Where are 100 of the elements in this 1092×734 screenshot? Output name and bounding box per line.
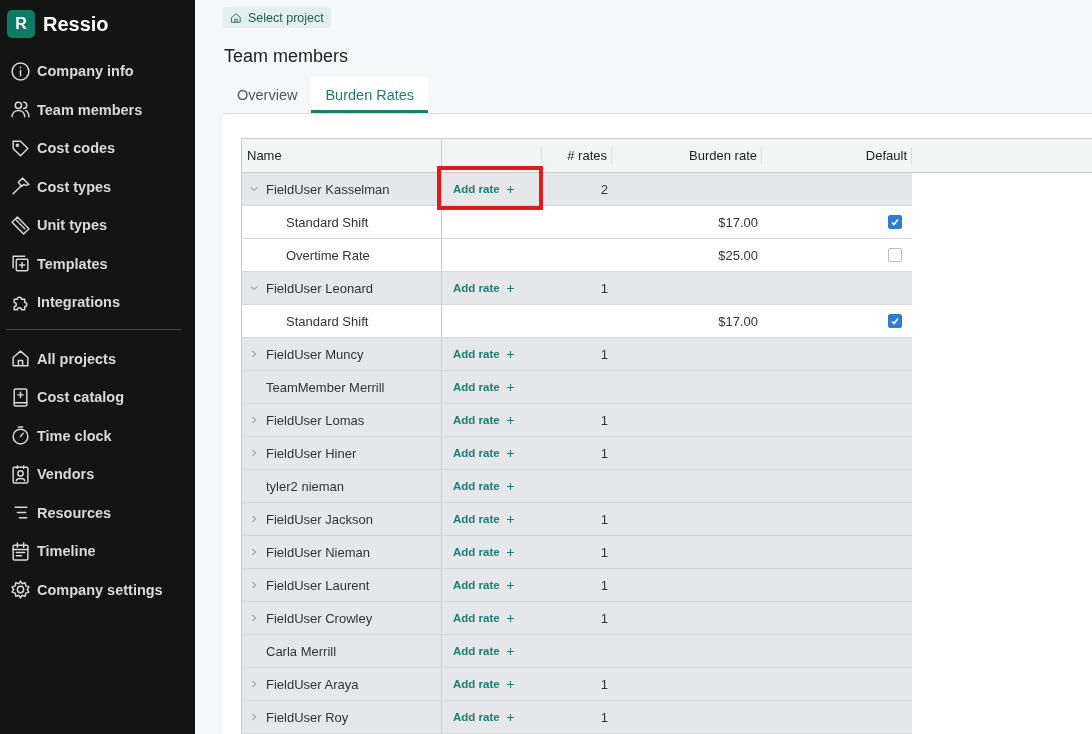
rate-count: 1 <box>600 445 608 461</box>
tab[interactable]: Burden Rates <box>311 77 429 113</box>
brand-name: Ressio <box>43 12 109 36</box>
sidebar-item[interactable]: Vendors <box>0 455 195 494</box>
plus-icon <box>505 184 515 194</box>
chevron-right-icon[interactable] <box>249 415 259 425</box>
plus-icon <box>505 712 515 722</box>
rate-name: Standard Shift <box>286 214 369 230</box>
rate-name: Overtime Rate <box>286 247 370 263</box>
sidebar-item[interactable]: Resources <box>0 493 195 532</box>
add-rate-button[interactable]: Add rate <box>453 480 515 492</box>
member-name: FieldUser Nieman <box>266 544 371 560</box>
sidebar-item[interactable]: Timeline <box>0 532 195 571</box>
member-name: FieldUser Muncy <box>266 346 364 362</box>
chevron-right-icon[interactable] <box>249 547 259 557</box>
plus-icon <box>505 613 515 623</box>
column-header: # rates <box>567 148 607 163</box>
sidebar-item[interactable]: Cost codes <box>0 129 195 168</box>
book-icon <box>10 386 31 408</box>
member-name: FieldUser Lomas <box>266 412 365 428</box>
add-rate-button[interactable]: Add rate <box>453 579 515 591</box>
burden-rate: $17.00 <box>718 313 758 329</box>
add-rate-button[interactable]: Add rate <box>453 678 515 690</box>
member-name: FieldUser Leonard <box>266 280 373 296</box>
chevron-down-icon[interactable] <box>249 184 259 194</box>
sidebar-item[interactable]: Time clock <box>0 416 195 455</box>
rate-name: Standard Shift <box>286 313 369 329</box>
column-header: Name <box>247 148 282 163</box>
add-rate-button[interactable]: Add rate <box>453 348 515 360</box>
rate-count: 1 <box>600 346 608 362</box>
rate-count: 1 <box>600 610 608 626</box>
ruler-icon <box>10 214 31 236</box>
chevron-down-icon[interactable] <box>249 283 259 293</box>
rate-count: 1 <box>600 676 608 692</box>
member-name: TeamMember Merrill <box>266 379 385 395</box>
add-rate-button[interactable]: Add rate <box>453 414 515 426</box>
add-rate-button[interactable]: Add rate <box>453 282 515 294</box>
logo: R <box>7 10 35 38</box>
home-icon <box>230 11 242 24</box>
chevron-right-icon[interactable] <box>249 514 259 524</box>
member-name: Carla Merrill <box>266 643 337 659</box>
chevron-right-icon[interactable] <box>249 448 259 458</box>
settings-icon <box>10 579 31 601</box>
member-name: FieldUser Hiner <box>266 445 357 461</box>
chevron-right-icon[interactable] <box>249 679 259 689</box>
sidebar-item[interactable]: Company info <box>0 52 195 91</box>
add-rate-button[interactable]: Add rate <box>453 546 515 558</box>
sidebar-item[interactable]: Cost types <box>0 167 195 206</box>
add-rate-button[interactable]: Add rate <box>453 183 515 195</box>
sidebar-item[interactable]: Templates <box>0 244 195 283</box>
plus-icon <box>505 415 515 425</box>
add-rate-button[interactable]: Add rate <box>453 447 515 459</box>
template-icon <box>10 253 31 275</box>
rate-count: 1 <box>600 709 608 725</box>
page-title: Team members <box>224 46 350 67</box>
add-rate-button[interactable]: Add rate <box>453 381 515 393</box>
sidebar-item[interactable]: Company settings <box>0 570 195 609</box>
add-rate-button[interactable]: Add rate <box>453 513 515 525</box>
column-header: Default <box>865 148 907 163</box>
chevron-right-icon[interactable] <box>249 349 259 359</box>
member-name: FieldUser Laurent <box>266 577 370 593</box>
sidebar-item[interactable]: Integrations <box>0 283 195 322</box>
add-rate-button[interactable]: Add rate <box>453 612 515 624</box>
default-checkbox[interactable] <box>888 215 902 229</box>
rate-count: 1 <box>600 412 608 428</box>
plus-icon <box>505 514 515 524</box>
sidebar-item[interactable]: All projects <box>0 339 195 378</box>
default-checkbox[interactable] <box>888 248 902 262</box>
sidebar-item[interactable]: Unit types <box>0 206 195 245</box>
member-name: tyler2 nieman <box>266 478 345 494</box>
check-icon <box>889 216 901 228</box>
plus-icon <box>505 448 515 458</box>
plus-icon <box>505 349 515 359</box>
breadcrumb-button[interactable]: Select project <box>223 7 331 28</box>
member-name: FieldUser Kasselman <box>266 181 390 197</box>
rate-count: 1 <box>600 280 608 296</box>
rate-count: 1 <box>600 577 608 593</box>
info-icon <box>10 60 31 82</box>
sidebar-item[interactable]: Cost catalog <box>0 378 195 417</box>
chevron-right-icon[interactable] <box>249 712 259 722</box>
column-header: Burden rate <box>689 148 757 163</box>
member-name: FieldUser Crowley <box>266 610 373 626</box>
tag-icon <box>10 137 31 159</box>
plus-icon <box>505 580 515 590</box>
plus-icon <box>505 646 515 656</box>
check-icon <box>889 315 901 327</box>
chevron-right-icon[interactable] <box>249 580 259 590</box>
rate-count: 1 <box>600 511 608 527</box>
home-icon <box>10 348 31 370</box>
add-rate-button[interactable]: Add rate <box>453 711 515 723</box>
default-checkbox[interactable] <box>888 314 902 328</box>
sidebar-item[interactable]: Team members <box>0 90 195 129</box>
chevron-right-icon[interactable] <box>249 613 259 623</box>
tab[interactable]: Overview <box>223 77 312 113</box>
burden-rate: $17.00 <box>718 214 758 230</box>
add-rate-button[interactable]: Add rate <box>453 645 515 657</box>
plus-icon <box>505 547 515 557</box>
burden-rate: $25.00 <box>718 247 758 263</box>
id-badge-icon <box>10 463 31 485</box>
rate-count: 1 <box>600 544 608 560</box>
